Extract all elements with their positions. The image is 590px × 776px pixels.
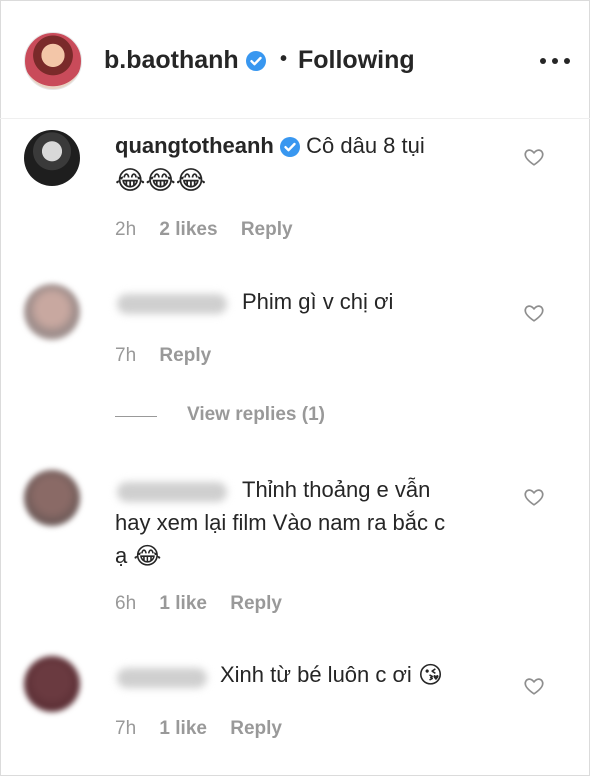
reply-button[interactable]: Reply: [230, 593, 282, 614]
comment-body: Xinh từ bé luôn c ơi 😘: [220, 659, 443, 692]
comment-likes[interactable]: 1 like: [159, 593, 207, 614]
commenter-username[interactable]: quangtotheanh: [115, 133, 274, 158]
comment-text: Phim gì v chị ơi: [242, 289, 394, 314]
comment-emoji: 😂😂😂: [115, 165, 207, 195]
comment-meta: 7h Reply: [115, 345, 211, 367]
comment-text: Xinh từ bé luôn c ơi: [220, 662, 412, 687]
comment-emoji: 😂: [133, 543, 162, 571]
heart-outline-icon[interactable]: [523, 675, 545, 697]
commenter-avatar[interactable]: [24, 470, 80, 526]
reply-button[interactable]: Reply: [230, 718, 282, 739]
divider-line: [115, 416, 157, 417]
comment-meta: 7h 1 like Reply: [115, 718, 282, 740]
following-button[interactable]: Following: [298, 46, 415, 75]
comment-text-line-1: Thỉnh thoảng e vẫn: [242, 477, 431, 502]
view-replies-label[interactable]: View replies (1): [187, 404, 325, 426]
comment-likes[interactable]: 2 likes: [159, 219, 217, 240]
comment-text: Cô dâu 8 tụi: [306, 133, 425, 158]
verified-badge-icon: [245, 51, 266, 72]
comment-text-line-3-text: ạ: [115, 543, 128, 568]
comment-emoji: 😘: [417, 662, 443, 690]
commenter-avatar[interactable]: [24, 284, 80, 340]
comment-time: 2h: [115, 219, 137, 240]
comment-time: 6h: [115, 593, 137, 614]
author-username-text[interactable]: b.baothanh: [104, 46, 239, 74]
commenter-avatar[interactable]: [24, 656, 80, 712]
author-avatar[interactable]: [24, 32, 82, 90]
commenter-username-blurred[interactable]: [117, 668, 207, 688]
comment-text-line-3: ạ 😂: [115, 540, 161, 573]
commenter-avatar[interactable]: [24, 130, 80, 186]
comment-likes[interactable]: 1 like: [159, 718, 207, 739]
comment-text-line-2: hay xem lại film Vào nam ra bắc c: [115, 510, 446, 535]
author-username[interactable]: b.baothanh: [104, 46, 266, 75]
reply-button[interactable]: Reply: [159, 345, 211, 366]
comment-time: 7h: [115, 345, 137, 366]
comment-time: 7h: [115, 718, 137, 739]
verified-badge-icon: [280, 137, 300, 158]
reply-button[interactable]: Reply: [241, 219, 293, 240]
commenter-username-blurred[interactable]: [117, 482, 227, 502]
comment-meta: 6h 1 like Reply: [115, 593, 282, 615]
post-header: b.baothanh • Following: [0, 0, 590, 119]
more-options-icon[interactable]: [540, 50, 570, 70]
commenter-username-blurred[interactable]: [117, 294, 227, 314]
heart-outline-icon[interactable]: [523, 146, 545, 168]
separator-dot: •: [280, 48, 288, 70]
heart-outline-icon[interactable]: [523, 302, 545, 324]
heart-outline-icon[interactable]: [523, 486, 545, 508]
comment-meta: 2h 2 likes Reply: [115, 219, 293, 241]
comment-body: quangtotheanh Cô dâu 8 tụi: [115, 130, 425, 162]
